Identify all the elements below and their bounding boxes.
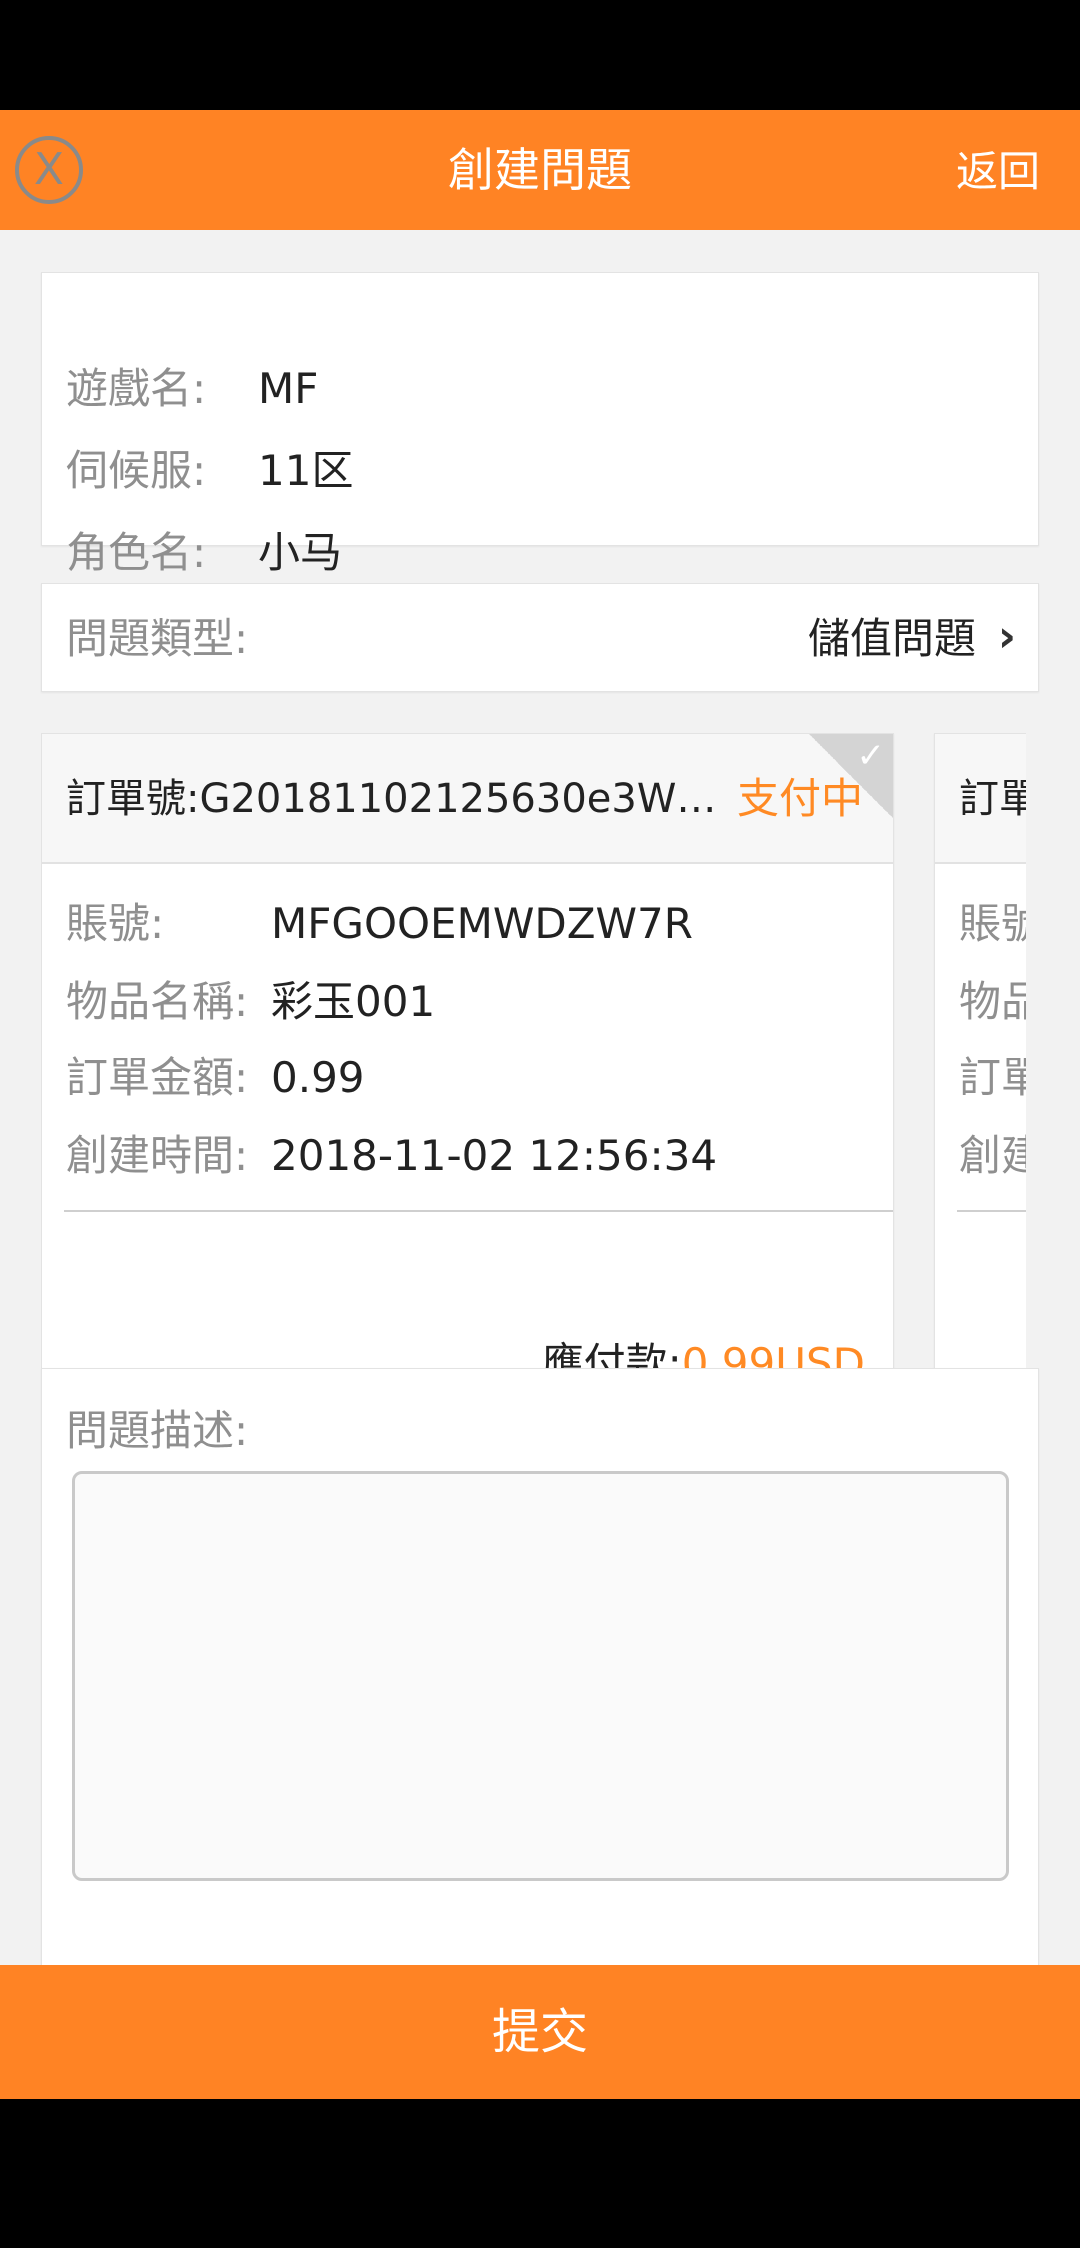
- problem-type-label: 問題類型:: [66, 614, 249, 663]
- problem-description-label: 問題描述:: [66, 1406, 249, 1455]
- divider: [64, 1210, 893, 1212]
- order-amount-value: 0.99: [271, 1053, 365, 1102]
- role-name-label: 角色名:: [66, 528, 207, 577]
- order-card-header: 訂單: [935, 734, 1026, 864]
- order-item-row: 物品: [959, 972, 1026, 1032]
- problem-description-input[interactable]: [72, 1471, 1009, 1881]
- order-item-value: 彩玉001: [271, 977, 436, 1026]
- role-name-row: 角色名: 小马: [66, 523, 342, 583]
- order-account-label: 賬號:: [66, 899, 165, 948]
- game-name-row: 遊戲名: MF: [66, 359, 318, 419]
- problem-type-value: 儲值問題: [807, 614, 976, 663]
- order-account-label: 賬號: [959, 899, 1026, 948]
- order-amount-label: 訂單: [959, 1053, 1026, 1102]
- server-value: 11区: [258, 446, 354, 495]
- divider: [957, 1210, 1026, 1212]
- app-screen: X 創建問題 返回 遊戲名: MF 伺候服: 11区 角色名: 小马 問題類型: 儲值…: [0, 110, 1080, 2099]
- order-time-label: 創建: [959, 1131, 1026, 1180]
- page-title: 創建問題: [448, 143, 632, 197]
- order-amount-label: 訂單金額:: [66, 1053, 249, 1102]
- order-card-header: 訂單號:G20181102125630e3W… 支付中: [42, 734, 893, 864]
- chevron-right-icon: ›: [997, 611, 1016, 662]
- order-card-selected[interactable]: 訂單號:G20181102125630e3W… 支付中 ✓ 賬號: MFGOOEM…: [41, 733, 894, 1428]
- game-name-label: 遊戲名:: [66, 364, 207, 413]
- order-amount-row: 訂單: [959, 1048, 1026, 1108]
- order-account-row: 賬號: MFGOOEMWDZW7R: [66, 894, 693, 954]
- order-item-label: 物品名稱:: [66, 977, 249, 1026]
- order-time-row: 創建: [959, 1126, 1026, 1186]
- order-number: 訂單號:G20181102125630e3W…: [66, 776, 717, 822]
- order-carousel[interactable]: 訂單號:G20181102125630e3W… 支付中 ✓ 賬號: MFGOOEM…: [41, 733, 1026, 1429]
- server-label: 伺候服:: [66, 446, 207, 495]
- submit-button[interactable]: 提交: [0, 1965, 1080, 2099]
- game-name-value: MF: [258, 364, 319, 413]
- problem-type-selector[interactable]: 問題類型: 儲值問題 ›: [41, 583, 1039, 692]
- selected-check-icon: ✓: [809, 734, 893, 818]
- order-amount-row: 訂單金額: 0.99: [66, 1048, 365, 1108]
- back-button[interactable]: 返回: [956, 110, 1040, 230]
- game-info-card: 遊戲名: MF 伺候服: 11区 角色名: 小马: [41, 272, 1039, 577]
- problem-description-card: 問題描述:: [41, 1368, 1039, 2010]
- order-account-value: MFGOOEMWDZW7R: [271, 899, 693, 948]
- server-row: 伺候服: 11区: [66, 441, 353, 501]
- order-card-next[interactable]: 訂單 賬號 物品 訂單 創建: [934, 733, 1026, 1428]
- order-time-row: 創建時間: 2018-11-02 12:56:34: [66, 1126, 717, 1186]
- role-name-value: 小马: [258, 528, 343, 577]
- order-item-row: 物品名稱: 彩玉001: [66, 972, 435, 1032]
- order-number: 訂單: [959, 776, 1026, 822]
- order-time-value: 2018-11-02 12:56:34: [271, 1131, 718, 1180]
- order-time-label: 創建時間:: [66, 1131, 249, 1180]
- top-bar: X 創建問題 返回: [0, 110, 1080, 230]
- order-item-label: 物品: [959, 977, 1026, 1026]
- order-account-row: 賬號: [959, 894, 1026, 954]
